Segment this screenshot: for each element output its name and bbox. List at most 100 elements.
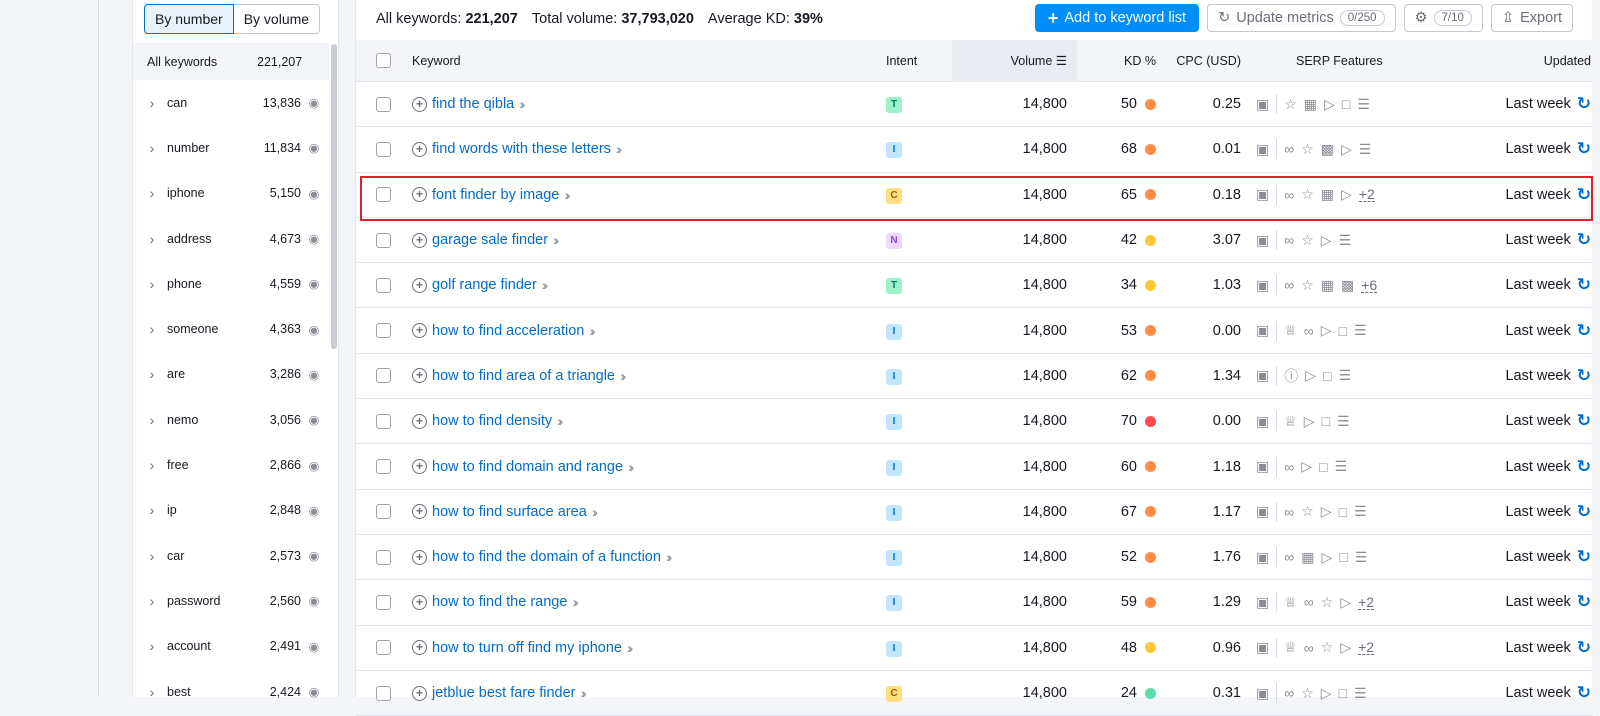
keyword-link[interactable]: jetblue best fare finder [432, 685, 575, 701]
link-icon[interactable]: ∞ [1284, 141, 1294, 157]
star-icon[interactable]: ☆ [1301, 141, 1314, 158]
header-cpc[interactable]: CPC (USD) [1156, 54, 1241, 68]
chevron-right-icon[interactable]: › [133, 684, 163, 700]
table-row[interactable]: + how to find density ›› I 14,800 70 0.00 ▣ ♕ ▷ □ ☰… [356, 399, 1593, 445]
sitelinks-icon[interactable]: ▣ [1256, 277, 1269, 294]
eye-icon[interactable]: ◉ [301, 412, 327, 427]
faq-icon[interactable]: □ [1323, 368, 1331, 384]
link-icon[interactable]: ∞ [1284, 232, 1294, 248]
video-icon[interactable]: ▷ [1340, 639, 1351, 656]
faq-icon[interactable]: □ [1322, 413, 1330, 429]
group-item[interactable]: › free 2,866 ◉ [133, 442, 329, 487]
image-pack-icon[interactable]: ▩ [1341, 277, 1354, 294]
eye-icon[interactable]: ◉ [301, 367, 327, 382]
chevron-right-icon[interactable]: › [133, 276, 163, 292]
header-keyword[interactable]: Keyword [412, 54, 886, 68]
add-keyword-icon[interactable]: + [412, 323, 427, 339]
faq-icon[interactable]: □ [1339, 504, 1347, 520]
keyword-link[interactable]: how to find the range [432, 594, 567, 610]
video-icon[interactable]: ▷ [1324, 96, 1335, 113]
star-icon[interactable]: ☆ [1301, 685, 1314, 702]
row-checkbox[interactable] [376, 368, 391, 384]
faq-icon[interactable]: □ [1319, 459, 1327, 475]
refresh-icon[interactable]: ↻ [1577, 185, 1591, 205]
list-icon[interactable]: ☰ [1354, 685, 1367, 702]
table-row[interactable]: + how to turn off find my iphone ›› I 14,800… [356, 626, 1593, 671]
chevron-right-icon[interactable]: › [133, 502, 163, 518]
refresh-icon[interactable]: ↻ [1577, 275, 1591, 295]
add-to-keyword-list-button[interactable]: + Add to keyword list [1034, 4, 1200, 32]
keyword-link[interactable]: golf range finder [432, 277, 537, 293]
double-chevron-icon[interactable]: ›› [592, 504, 599, 520]
refresh-icon[interactable]: ↻ [1577, 139, 1591, 159]
table-row[interactable]: + how to find the domain of a function ›› I… [356, 535, 1593, 581]
add-keyword-icon[interactable]: + [412, 232, 427, 248]
eye-icon[interactable]: ◉ [301, 186, 327, 201]
header-updated[interactable]: Updated [1456, 54, 1593, 68]
row-checkbox[interactable] [376, 141, 391, 157]
group-item[interactable]: › are 3,286 ◉ [133, 352, 329, 397]
keyword-link[interactable]: how to find domain and range [432, 459, 623, 475]
sitelinks-icon[interactable]: ▣ [1256, 549, 1269, 566]
question-icon[interactable]: ⓘ [1284, 366, 1298, 386]
double-chevron-icon[interactable]: ›› [620, 368, 627, 384]
refresh-icon[interactable]: ↻ [1577, 547, 1591, 567]
star-icon[interactable]: ☆ [1321, 594, 1334, 611]
sitelinks-icon[interactable]: ▣ [1256, 367, 1269, 384]
chevron-right-icon[interactable]: › [133, 593, 163, 609]
add-keyword-icon[interactable]: + [412, 459, 427, 475]
star-icon[interactable]: ☆ [1321, 639, 1334, 656]
chevron-right-icon[interactable]: › [133, 321, 163, 337]
list-icon[interactable]: ☰ [1339, 232, 1352, 249]
eye-icon[interactable]: ◉ [301, 548, 327, 563]
row-checkbox[interactable] [376, 187, 391, 203]
double-chevron-icon[interactable]: ›› [564, 187, 571, 203]
row-checkbox[interactable] [376, 594, 391, 610]
list-icon[interactable]: ☰ [1337, 413, 1350, 430]
add-keyword-icon[interactable]: + [412, 640, 427, 656]
settings-button[interactable]: ⚙ 7/10 [1403, 4, 1483, 32]
eye-icon[interactable]: ◉ [301, 140, 327, 155]
refresh-icon[interactable]: ↻ [1577, 683, 1591, 703]
group-all-header[interactable]: All keywords 221,207 [133, 43, 329, 80]
faq-icon[interactable]: □ [1342, 96, 1350, 112]
video-icon[interactable]: ▷ [1321, 232, 1332, 249]
double-chevron-icon[interactable]: ›› [627, 640, 634, 656]
row-checkbox[interactable] [376, 640, 391, 656]
table-row[interactable]: + how to find area of a triangle ›› I 14,800… [356, 354, 1593, 400]
image-icon[interactable]: ▦ [1301, 549, 1314, 566]
video-icon[interactable]: ▷ [1340, 594, 1351, 611]
sitelinks-icon[interactable]: ▣ [1256, 186, 1269, 203]
group-item[interactable]: › iphone 5,150 ◉ [133, 171, 329, 216]
double-chevron-icon[interactable]: ›› [589, 323, 596, 339]
by-number-button[interactable]: By number [144, 4, 234, 34]
double-chevron-icon[interactable]: ›› [572, 594, 579, 610]
crown-icon[interactable]: ♕ [1284, 594, 1297, 611]
video-icon[interactable]: ▷ [1321, 503, 1332, 520]
eye-icon[interactable]: ◉ [301, 458, 327, 473]
image-icon[interactable]: ▦ [1304, 96, 1317, 113]
refresh-icon[interactable]: ↻ [1577, 230, 1591, 250]
add-keyword-icon[interactable]: + [412, 187, 427, 203]
panel-scrollbar[interactable] [331, 44, 337, 349]
keyword-link[interactable]: how to find the domain of a function [432, 549, 661, 565]
row-checkbox[interactable] [376, 685, 391, 701]
star-icon[interactable]: ☆ [1301, 277, 1314, 294]
eye-icon[interactable]: ◉ [301, 503, 327, 518]
add-keyword-icon[interactable]: + [412, 549, 427, 565]
header-kd[interactable]: KD % [1077, 54, 1156, 68]
chevron-right-icon[interactable]: › [133, 457, 163, 473]
add-keyword-icon[interactable]: + [412, 277, 427, 293]
add-keyword-icon[interactable]: + [412, 685, 427, 701]
group-item[interactable]: › password 2,560 ◉ [133, 578, 329, 623]
video-icon[interactable]: ▷ [1301, 458, 1312, 475]
image-icon[interactable]: ▦ [1321, 277, 1334, 294]
refresh-icon[interactable]: ↻ [1577, 366, 1591, 386]
list-icon[interactable]: ☰ [1334, 458, 1347, 475]
keyword-link[interactable]: garage sale finder [432, 232, 548, 248]
video-icon[interactable]: ▷ [1341, 186, 1352, 203]
table-row[interactable]: + golf range finder ›› T 14,800 34 1.03 ▣ ∞ ☆ ▦ ▩ +6… [356, 263, 1593, 309]
video-icon[interactable]: ▷ [1321, 549, 1332, 566]
list-icon[interactable]: ☰ [1355, 549, 1368, 566]
add-keyword-icon[interactable]: + [412, 96, 427, 112]
